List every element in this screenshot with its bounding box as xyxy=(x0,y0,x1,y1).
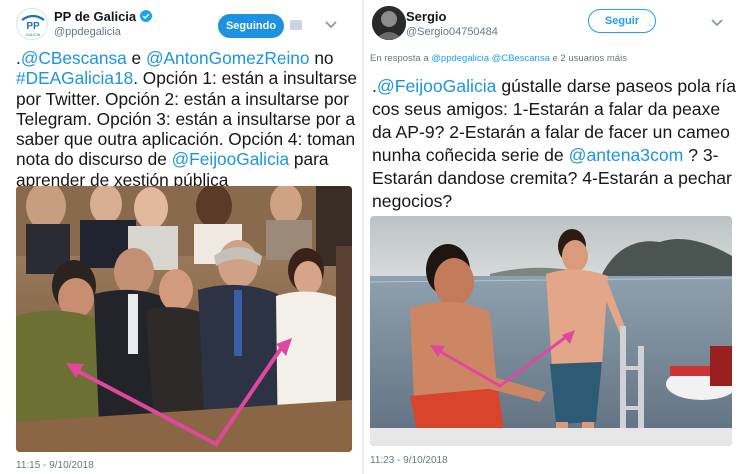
avatar[interactable]: PP GALICIA xyxy=(16,8,48,40)
pp-logo-icon: PP GALICIA xyxy=(18,10,47,39)
tweet-text: .@FeijooGalicia gústalle darse paseos po… xyxy=(372,75,740,212)
photo-parliament-seats xyxy=(16,186,352,452)
tweet-timestamp[interactable]: 11:15 - 9/10/2018 xyxy=(16,460,94,471)
reply-context: En resposta a @ppdegalicia @CBescansa e … xyxy=(370,53,627,64)
user-handle[interactable]: @Sergio04750484 xyxy=(406,26,498,38)
mention-link[interactable]: @FeijooGalicia xyxy=(377,76,497,96)
mention-link[interactable]: @AntonGomezReino xyxy=(146,48,310,68)
tweet-header: Sergio @Sergio04750484 Seguir xyxy=(364,6,740,46)
verified-badge-icon xyxy=(140,10,153,22)
photo-boat-ria xyxy=(370,216,732,446)
display-name[interactable]: Sergio xyxy=(406,9,446,24)
tweet-text-segment: no xyxy=(309,48,334,68)
reply-user-link[interactable]: @ppdegalicia xyxy=(431,53,489,64)
hashtag-link[interactable]: #DEAGalicia18 xyxy=(16,68,133,88)
avatar-photo xyxy=(372,6,406,40)
tweet-timestamp[interactable]: 11:23 - 9/10/2018 xyxy=(370,455,448,466)
chevron-down-icon[interactable] xyxy=(324,20,338,30)
tweet-text: .@CBescansa e @AntonGomezReino no #DEAGa… xyxy=(16,48,358,190)
mention-link[interactable]: @antena3com xyxy=(569,145,684,165)
pp-logo-subtext: GALICIA xyxy=(26,33,41,37)
tweet-pp-de-galicia: PP GALICIA PP de Galicia @ppdegalicia Se… xyxy=(0,0,362,474)
tweet-header: PP GALICIA PP de Galicia @ppdegalicia Se… xyxy=(0,6,362,46)
reply-prefix: En resposta a xyxy=(370,53,432,64)
pp-logo-text: PP xyxy=(26,21,40,32)
tweet-photo[interactable] xyxy=(370,216,732,446)
follow-button[interactable]: Seguir xyxy=(588,9,656,33)
user-handle[interactable]: @ppdegalicia xyxy=(54,26,121,38)
following-button[interactable]: Seguindo xyxy=(218,14,284,38)
avatar[interactable] xyxy=(372,6,406,40)
tweet-text-segment: e xyxy=(126,48,146,68)
reply-user-link[interactable]: @CBescansa xyxy=(492,53,550,64)
tweet-photo[interactable] xyxy=(16,186,352,452)
dm-icon[interactable] xyxy=(290,20,302,30)
chevron-down-icon[interactable] xyxy=(710,18,724,28)
mention-link[interactable]: @CBescansa xyxy=(21,48,127,68)
reply-suffix: e 2 usuarios máis xyxy=(549,53,627,64)
display-name[interactable]: PP de Galicia xyxy=(54,9,153,24)
tweet-sergio: Sergio @Sergio04750484 Seguir En respost… xyxy=(362,0,740,474)
mention-link[interactable]: @FeijooGalicia xyxy=(172,149,289,169)
